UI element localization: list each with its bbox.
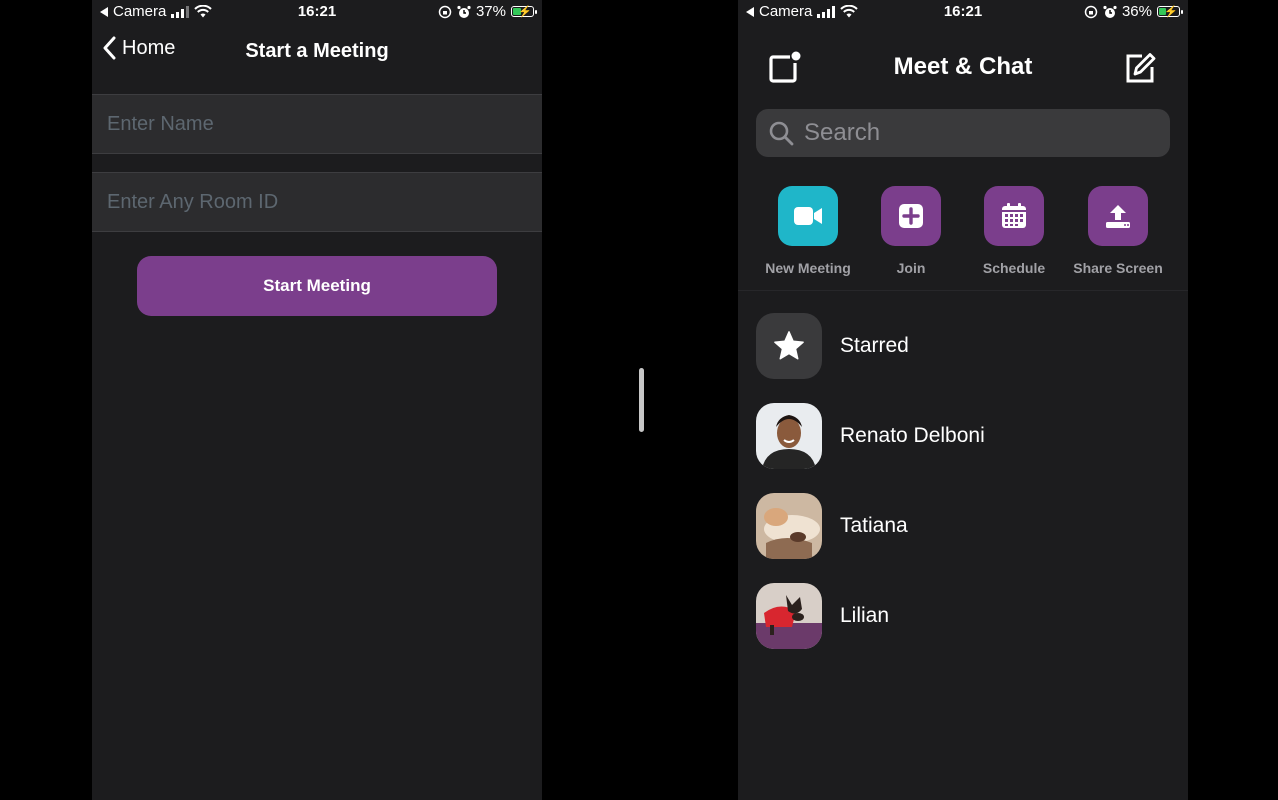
search-icon: [769, 121, 794, 146]
list-item-contact[interactable]: Tatiana: [756, 493, 1170, 559]
contact-name: Lilian: [840, 604, 890, 627]
contact-name: Renato Delboni: [840, 424, 985, 447]
status-bar: Camera 16:21 37% ⚡: [92, 0, 542, 24]
share-screen-tile[interactable]: [1088, 186, 1148, 246]
battery-percent: 37%: [475, 3, 506, 20]
start-meeting-button[interactable]: Start Meeting: [137, 256, 497, 316]
list-item-contact[interactable]: Lilian: [756, 583, 1170, 649]
new-meeting-tile[interactable]: [778, 186, 838, 246]
compose-icon[interactable]: [1120, 48, 1160, 88]
upload-tray-icon: [1106, 205, 1130, 228]
video-camera-icon: [794, 207, 822, 225]
alarm-icon: [457, 5, 471, 18]
list-item-starred[interactable]: Starred: [756, 313, 1170, 379]
room-id-input[interactable]: [92, 173, 542, 231]
star-icon: [774, 331, 804, 360]
rotation-lock-icon: [438, 5, 452, 18]
search-input[interactable]: [794, 118, 1170, 148]
schedule-tile[interactable]: [984, 186, 1044, 246]
room-id-field-container: [92, 172, 542, 232]
starred-avatar: [756, 313, 822, 379]
schedule-action[interactable]: Schedule: [962, 186, 1066, 276]
contact-name: Tatiana: [840, 514, 908, 537]
page-title: Start a Meeting: [245, 40, 389, 62]
action-label: Join: [896, 260, 926, 276]
action-label: Share Screen: [1073, 260, 1163, 276]
plus-square-icon: [899, 204, 923, 228]
split-view-divider-handle[interactable]: [639, 368, 644, 432]
rotation-lock-icon: [1084, 5, 1098, 18]
list-item-contact[interactable]: Renato Delboni: [756, 403, 1170, 469]
join-action[interactable]: Join: [859, 186, 963, 276]
avatar: [756, 493, 822, 559]
navigation-bar: Home Start a Meeting: [92, 30, 542, 70]
meet-and-chat-screen: Camera 16:21 36% ⚡ Meet & Chat New Meeti…: [738, 0, 1188, 800]
battery-percent: 36%: [1121, 3, 1152, 20]
avatar: [756, 403, 822, 469]
name-field-container: [92, 94, 542, 154]
battery-charging-icon: ⚡: [511, 6, 537, 18]
share-screen-action[interactable]: Share Screen: [1066, 186, 1170, 276]
battery-charging-icon: ⚡: [1157, 6, 1183, 18]
name-input[interactable]: [92, 95, 542, 153]
alarm-icon: [1103, 5, 1117, 18]
start-meeting-screen: Camera 16:21 37% ⚡ Home Start a Meeting …: [92, 0, 542, 800]
action-label: Schedule: [982, 260, 1046, 276]
avatar: [756, 583, 822, 649]
status-bar: Camera 16:21 36% ⚡: [738, 0, 1188, 24]
search-bar: [756, 109, 1170, 157]
calendar-icon: [1002, 203, 1026, 228]
new-meeting-action[interactable]: New Meeting: [756, 186, 860, 276]
join-tile[interactable]: [881, 186, 941, 246]
action-label: New Meeting: [765, 260, 851, 276]
quick-actions: New Meeting Join Schedule Share Screen: [738, 186, 1188, 291]
contact-name: Starred: [840, 334, 909, 357]
